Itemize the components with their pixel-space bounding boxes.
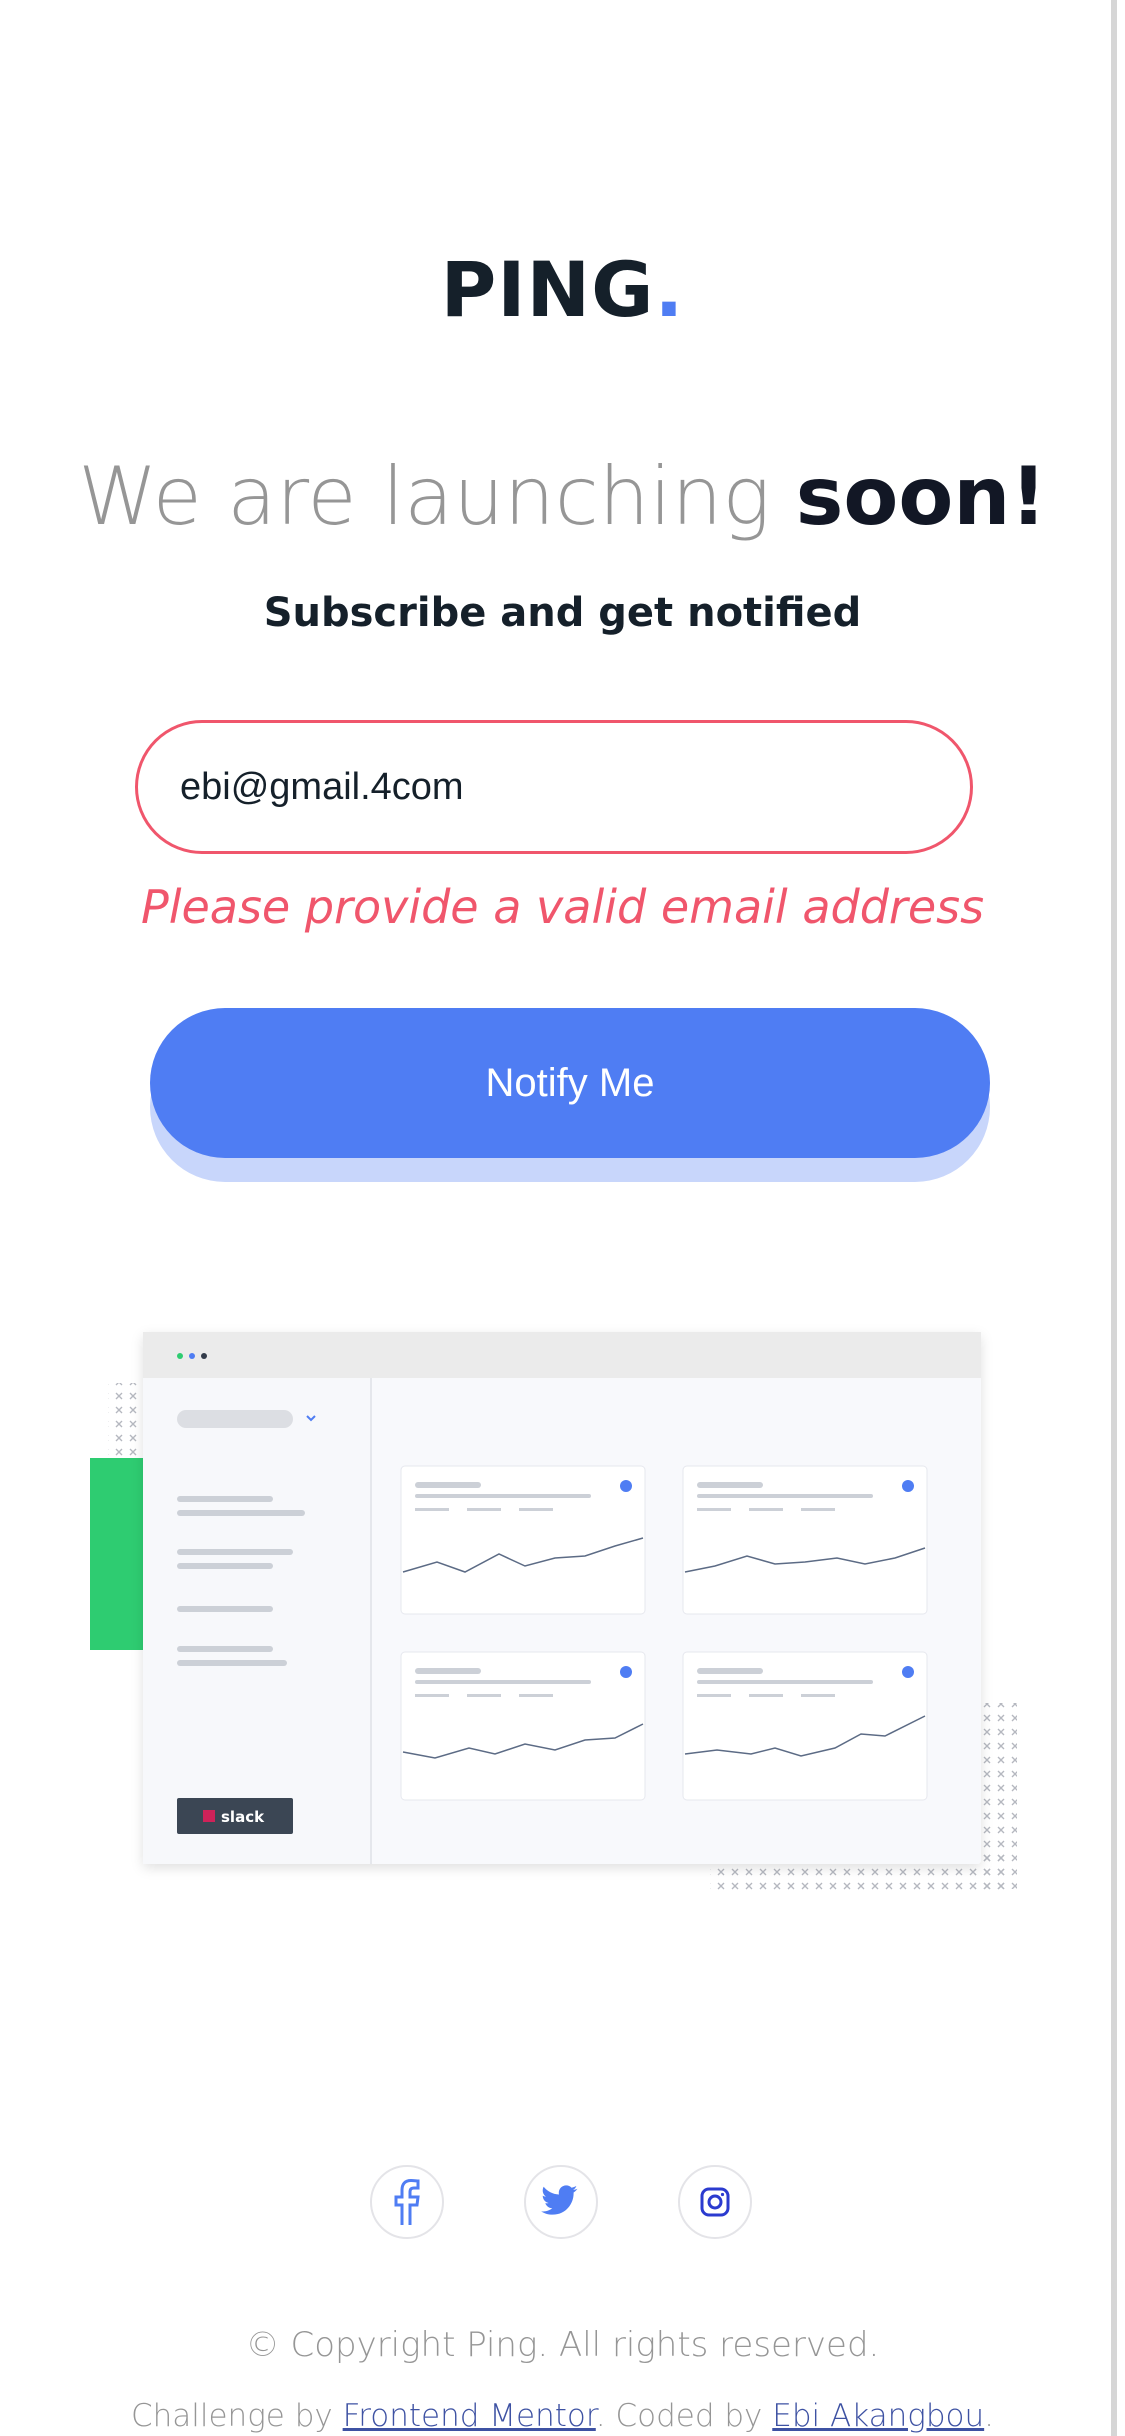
facebook-icon (394, 2178, 420, 2225)
slack-label: slack (221, 1808, 265, 1826)
twitter-icon (541, 2185, 578, 2215)
instagram-link[interactable] (678, 2165, 752, 2239)
coded-prefix: . Coded by (595, 2398, 763, 2434)
page-headline: We are launching soon! (0, 450, 1125, 543)
headline-light: We are launching (78, 450, 771, 543)
dashboard-illustration: slack (90, 1332, 1017, 1892)
challenge-prefix: Challenge by (130, 2398, 333, 2434)
page-scrollbar[interactable] (1111, 0, 1117, 2436)
logo-dot: . (654, 245, 685, 334)
ping-logo: PING. (0, 245, 1125, 334)
attribution-line: Challenge by Frontend Mentor. Coded by E… (0, 2398, 1125, 2434)
chart-card-2 (682, 1465, 928, 1615)
subscribe-subheading: Subscribe and get notified (263, 590, 862, 636)
notify-me-button[interactable]: Notify Me (150, 1008, 990, 1158)
copyright-text: © Copyright Ping. All rights reserved. (245, 2325, 880, 2365)
chart-card-4 (682, 1651, 928, 1801)
frontend-mentor-link[interactable]: Frontend Mentor (343, 2398, 596, 2434)
email-input[interactable] (135, 720, 973, 854)
twitter-link[interactable] (524, 2165, 598, 2239)
window-dot-green (177, 1353, 183, 1359)
chart-card-1 (400, 1465, 646, 1615)
sidebar-dropdown (177, 1410, 293, 1428)
window-dot-blue (189, 1353, 195, 1359)
instagram-icon (700, 2187, 730, 2217)
green-accent-block (90, 1458, 150, 1650)
chart-card-3 (400, 1651, 646, 1801)
facebook-link[interactable] (370, 2165, 444, 2239)
attribution-suffix: . (984, 2398, 995, 2434)
author-link[interactable]: Ebi Akangbou (772, 2398, 984, 2434)
window-dot-dark (201, 1353, 207, 1359)
dashboard-sidebar (143, 1378, 371, 1864)
window-titlebar (143, 1332, 981, 1378)
headline-bold: soon! (795, 450, 1047, 543)
slack-icon (203, 1810, 215, 1822)
logo-text: PING (440, 245, 655, 334)
email-error-message: Please provide a valid email address (140, 880, 985, 934)
